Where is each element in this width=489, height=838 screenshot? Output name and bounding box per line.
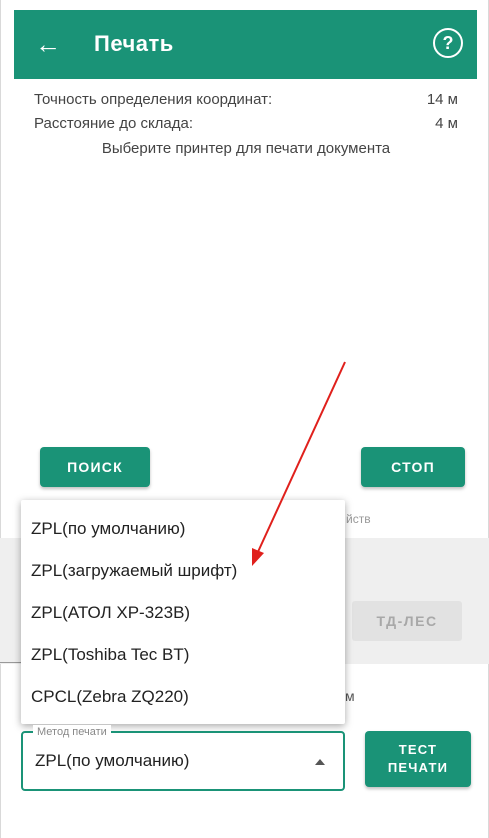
test-print-label-line1: ТЕСТ <box>398 742 438 757</box>
question-circle-icon[interactable]: ? <box>433 28 463 58</box>
stop-button[interactable]: СТОП <box>361 447 465 487</box>
arrow-left-icon[interactable]: ← <box>34 30 62 58</box>
dropdown-option[interactable]: ZPL(АТОЛ XP-323B) <box>21 592 345 634</box>
search-button[interactable]: ПОИСК <box>40 447 150 487</box>
accuracy-row: Точность определения координат: 14 м <box>34 88 458 112</box>
distance-row: Расстояние до склада: 4 м <box>34 112 458 136</box>
select-printer-message: Выберите принтер для печати документа <box>101 140 391 157</box>
print-method-value: ZPL(по умолчанию) <box>35 751 190 770</box>
accuracy-label: Точность определения координат: <box>34 91 273 108</box>
hidden-label-fragment: м <box>345 688 355 704</box>
distance-value: 4 м <box>435 115 458 132</box>
location-info: Точность определения координат: 14 м Рас… <box>34 88 458 162</box>
test-print-button[interactable]: ТЕСТ ПЕЧАТИ <box>365 731 471 787</box>
print-method-label: Метод печати <box>33 725 111 739</box>
distance-label: Расстояние до склада: <box>34 115 194 132</box>
print-method-dropdown-menu: ZPL(по умолчанию) ZPL(загружаемый шрифт)… <box>21 500 345 724</box>
app-bar: ← Печать ? <box>14 10 477 79</box>
test-print-label-line2: ПЕЧАТИ <box>387 760 449 775</box>
dropdown-option[interactable]: ZPL(загружаемый шрифт) <box>21 550 345 592</box>
devices-hint: йств <box>346 512 371 526</box>
divider <box>0 662 22 663</box>
print-method-select[interactable]: Метод печати ZPL(по умолчанию) <box>21 725 345 791</box>
dropdown-option[interactable]: ZPL(Toshiba Tec BT) <box>21 634 345 676</box>
caret-up-icon <box>315 759 325 765</box>
printer-td-les-button[interactable]: ТД-ЛЕС <box>352 601 462 641</box>
accuracy-value: 14 м <box>426 91 458 108</box>
page-title: Печать <box>94 31 174 56</box>
dropdown-option[interactable]: CPCL(Zebra ZQ220) <box>21 676 345 718</box>
dropdown-option[interactable]: ZPL(по умолчанию) <box>21 508 345 550</box>
